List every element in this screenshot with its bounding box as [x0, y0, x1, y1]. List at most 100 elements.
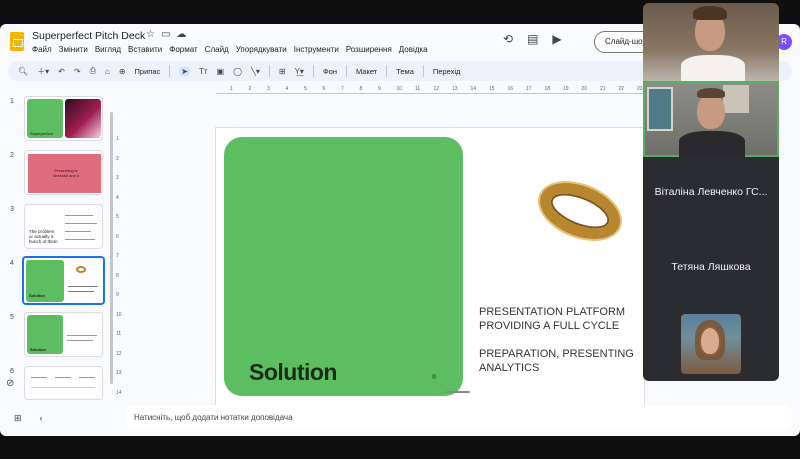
ruler-tick-label: 10 — [396, 86, 403, 92]
slide-thumbnail-row[interactable]: 6 — [0, 366, 110, 414]
toolbar-divider — [422, 65, 424, 77]
gold-ring-image[interactable] — [531, 172, 629, 250]
thumb-line — [68, 286, 98, 287]
transition-button[interactable]: Перехід — [433, 67, 461, 76]
cloud-icon[interactable]: ☁ — [176, 29, 186, 40]
filmstrip-scrollbar[interactable] — [110, 112, 113, 384]
ruler-tick-label: 20 — [581, 86, 588, 92]
slide-thumbnail[interactable]: Solution — [24, 312, 103, 357]
menu-edit[interactable]: Змінити — [59, 45, 88, 54]
slide-thumbnail[interactable]: The problem or actually a bunch of them — [24, 204, 103, 249]
star-icon[interactable]: ☆ — [146, 29, 155, 40]
ruler-tick-label: 12 — [116, 350, 122, 357]
slide-number: 3 — [10, 206, 14, 213]
slide-thumbnail[interactable] — [24, 366, 103, 400]
ruler-tick-label: 15 — [489, 86, 495, 92]
thumb-ring-icon — [76, 266, 86, 273]
line-icon[interactable]: ╲▾ — [251, 67, 260, 76]
toolbar-divider — [169, 65, 171, 77]
participant-face — [701, 328, 719, 354]
ruler-tick-label: 12 — [433, 86, 440, 92]
print-icon[interactable]: ⎙ — [90, 66, 96, 76]
history-icon[interactable]: ⟲ — [503, 32, 513, 46]
menu-slide[interactable]: Слайд — [205, 45, 229, 54]
shape-icon[interactable]: ◯ — [233, 67, 242, 76]
vertical-ruler: 1 2 3 4 5 6 7 8 9 10 11 12 13 14 — [114, 128, 126, 408]
ruler-tick-label: 19 — [563, 86, 569, 92]
image-icon[interactable]: ▣ — [217, 67, 225, 76]
menu-tools[interactable]: Інструменти — [294, 45, 339, 54]
thumb-line — [65, 223, 97, 224]
menu-extensions[interactable]: Розширення — [346, 45, 392, 54]
video-call-icon[interactable]: ▶ — [552, 32, 561, 46]
slide-text-line: ANALYTICS — [479, 362, 540, 374]
participant-video-tile[interactable] — [643, 3, 779, 81]
slide-text-line: PREPARATION, PRESENTING — [479, 348, 634, 360]
slides-logo-icon[interactable] — [10, 32, 24, 51]
search-icon[interactable]: 🔍︎ — [18, 67, 28, 76]
participant-video-thumb[interactable] — [681, 314, 741, 374]
slide-canvas[interactable]: Solution ® PRESENTATION PLATFORM PROVIDI… — [216, 128, 644, 406]
menu-file[interactable]: Файл — [32, 45, 52, 54]
ruler-tick-label: 10 — [116, 311, 122, 318]
slide-thumbnail[interactable]: Superperfect — [24, 96, 103, 141]
slide-thumbnail[interactable]: Presenting is stressful and it — [24, 150, 103, 195]
thumb-line — [31, 377, 47, 378]
zoom-icon[interactable]: ⊕ — [119, 67, 126, 76]
registered-mark: ® — [432, 375, 437, 381]
bottom-controls: ⊞ ‹ — [14, 413, 43, 424]
ruler-tick-label: 5 — [304, 86, 307, 92]
ruler-tick-label: 5 — [116, 214, 119, 220]
select-icon[interactable]: ➤ — [179, 66, 190, 76]
slide-thumbnail-row[interactable]: 3 The problem or actually a bunch of the… — [0, 204, 110, 252]
collapse-panel-icon[interactable]: ‹ — [40, 413, 43, 424]
document-title[interactable]: Superperfect Pitch Deck — [32, 30, 145, 42]
thumb-gradient-image — [65, 99, 101, 138]
horizontal-ruler: 1 2 3 4 5 6 7 8 9 10 11 12 13 14 15 16 17 18 19 20 21 22 23 — [216, 86, 644, 94]
ruler-tick-label: 6 — [116, 233, 119, 240]
new-slide-icon[interactable]: ＋▾ — [37, 66, 49, 77]
undo-icon[interactable]: ↶ — [58, 67, 65, 76]
menu-format[interactable]: Формат — [169, 45, 197, 54]
layout-button[interactable]: Макет — [356, 67, 377, 76]
participant-video-tile-speaking[interactable] — [643, 81, 779, 157]
ruler-tick-label: 9 — [116, 292, 119, 298]
background-button[interactable]: Фон — [323, 67, 337, 76]
participant-shirt — [679, 131, 745, 157]
toolbar-divider — [386, 65, 388, 77]
folder-icon[interactable]: ▭ — [161, 29, 170, 40]
slide-thumbnail-row-active[interactable]: 4 Solution — [0, 256, 110, 306]
slide-thumbnail-row[interactable]: 5 Solution — [0, 312, 110, 360]
menu-help[interactable]: Довідка — [399, 45, 428, 54]
notes-resize-handle[interactable] — [446, 391, 470, 393]
title-icons: ☆ ▭ ☁ — [146, 29, 186, 40]
participant-hair — [697, 88, 725, 98]
grid-view-icon[interactable]: ⊞ — [14, 413, 22, 424]
menu-view[interactable]: Вигляд — [95, 45, 121, 54]
redo-icon[interactable]: ↷ — [74, 67, 81, 76]
participant-shirt — [681, 55, 745, 81]
slide-thumbnail-selected[interactable]: Solution — [22, 256, 105, 305]
menu-insert[interactable]: Вставити — [128, 45, 162, 54]
attachment-icon[interactable]: ⊘ — [6, 378, 14, 389]
ruler-tick-label: 1 — [230, 86, 233, 92]
paint-format-icon[interactable]: ⌂ — [105, 67, 110, 76]
ruler-tick-label: 11 — [415, 86, 421, 92]
speaker-notes[interactable]: Натисніть, щоб додати нотатки доповідача — [126, 405, 792, 431]
ruler-tick-label: 1 — [116, 136, 119, 142]
thumb-line — [79, 377, 95, 378]
text-box-icon[interactable]: Tт — [199, 67, 208, 76]
ruler-tick-label: 23 — [637, 86, 643, 92]
solution-card[interactable]: Solution ® — [224, 137, 463, 396]
ruler-tick-label: 3 — [116, 175, 119, 181]
slide-thumbnail-row[interactable]: 2 Presenting is stressful and it — [0, 150, 110, 198]
menu-arrange[interactable]: Упорядкувати — [236, 45, 287, 54]
theme-button[interactable]: Тема — [396, 67, 414, 76]
input-tools-icon[interactable]: Y͟▾ — [295, 67, 304, 76]
header-actions: ⟲ ▤ ▶ — [503, 32, 562, 46]
comment-icon[interactable]: ▤ — [527, 32, 538, 46]
ruler-tick-label: 2 — [116, 155, 119, 162]
zoom-select[interactable]: Припас — [135, 67, 161, 76]
slide-thumbnail-row[interactable]: 1 Superperfect — [0, 96, 110, 144]
comment-add-icon[interactable]: ⊞ — [279, 67, 286, 76]
